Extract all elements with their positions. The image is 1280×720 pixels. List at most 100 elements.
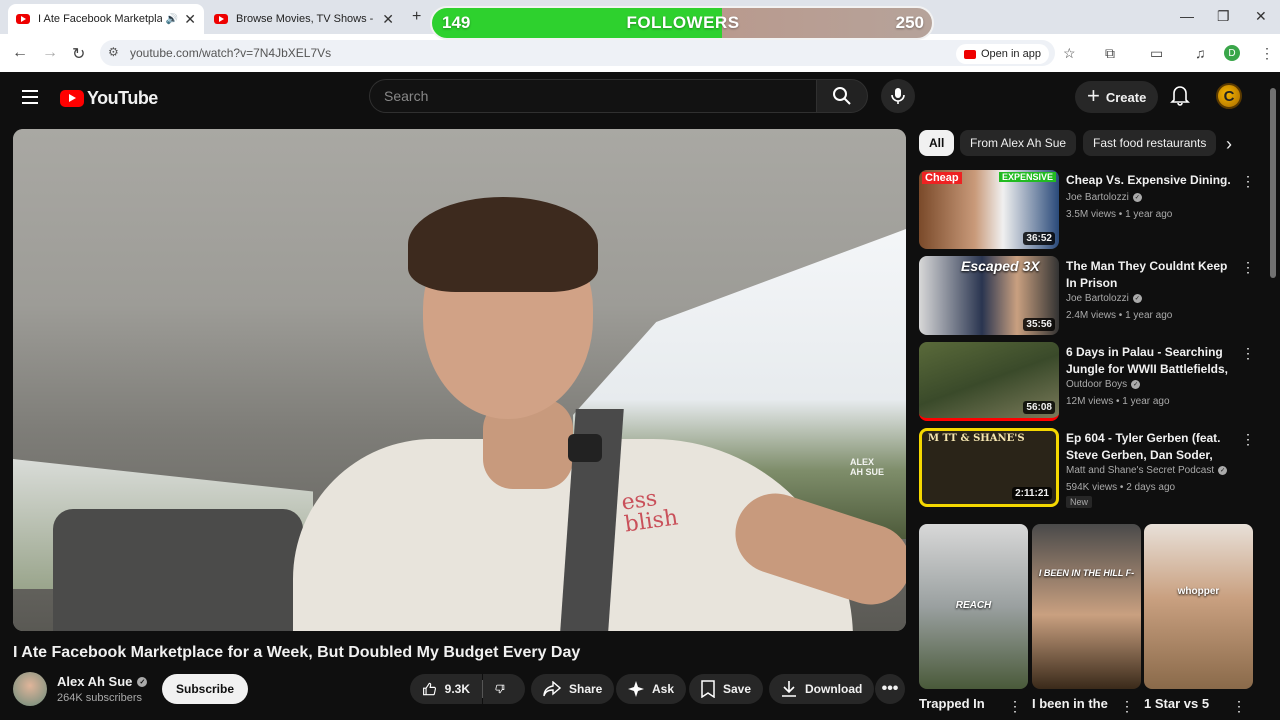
close-tab-icon[interactable]: ✕ — [184, 11, 196, 28]
browser-profile-avatar[interactable]: D — [1224, 45, 1240, 61]
youtube-play-icon — [60, 90, 84, 107]
short-title[interactable]: I been in the — [1032, 696, 1127, 711]
video-watermark: ALEX AH SUE — [850, 457, 885, 477]
menu-icon[interactable] — [22, 90, 38, 108]
recommendation-meta: 3.5M views • 1 year ago — [1066, 209, 1173, 220]
tab-active[interactable]: I Ate Facebook Marketplace 🔊 ✕ — [8, 4, 204, 34]
voice-search-button[interactable] — [881, 79, 915, 113]
recommendation-channel[interactable]: Joe Bartolozzi ✓ — [1066, 293, 1142, 304]
more-options-icon[interactable]: ⋮ — [1241, 260, 1255, 274]
more-options-icon[interactable]: ⋮ — [1120, 698, 1134, 715]
more-options-icon[interactable]: ⋮ — [1241, 174, 1255, 188]
minimize-icon[interactable]: — — [1180, 8, 1194, 24]
download-icon — [782, 681, 796, 697]
recommendation-title[interactable]: 6 Days in Palau - Searching Jungle for W… — [1066, 344, 1234, 378]
new-badge: New — [1066, 496, 1093, 508]
new-tab-button[interactable]: + — [412, 8, 421, 26]
address-bar[interactable]: ⚙ youtube.com/watch?v=7N4JbXEL7Vs — [100, 40, 1055, 66]
more-actions-button[interactable]: ••• — [875, 674, 905, 704]
shirt-print: ess blish — [619, 486, 680, 538]
channel-avatar[interactable] — [13, 672, 47, 706]
more-options-icon[interactable]: ⋮ — [1241, 432, 1255, 446]
browser-menu-icon[interactable]: ⋮ — [1260, 45, 1274, 62]
chevron-right-icon[interactable]: › — [1226, 134, 1232, 155]
recommendation-channel[interactable]: Outdoor Boys ✓ — [1066, 379, 1141, 390]
verified-icon: ✓ — [1132, 193, 1142, 202]
tab-title: Browse Movies, TV Shows - yFli — [236, 13, 376, 25]
recommendation-title[interactable]: The Man They Couldnt Keep In Prison — [1066, 258, 1234, 292]
recommendation-channel[interactable]: Matt and Shane's Secret Podcast ✓ — [1066, 465, 1228, 476]
create-label: Create — [1105, 89, 1147, 105]
recommendation-item[interactable]: Cheap EXPENSIVE 36:52 Cheap Vs. Expensiv… — [919, 170, 1259, 250]
short-thumbnail[interactable]: I BEEN IN THE HILL F- — [1032, 524, 1141, 689]
site-info-icon[interactable]: ⚙ — [108, 45, 119, 59]
chip-from-channel[interactable]: From Alex Ah Sue — [960, 130, 1077, 156]
cast-icon[interactable]: ▭ — [1150, 45, 1163, 62]
bell-icon — [1170, 86, 1190, 106]
maximize-icon[interactable]: ❐ — [1217, 8, 1230, 25]
url-text: youtube.com/watch?v=7N4JbXEL7Vs — [130, 46, 332, 60]
short-title[interactable]: Trapped In — [919, 696, 1014, 711]
media-control-icon[interactable]: ♫ — [1195, 45, 1206, 61]
search-icon — [833, 87, 851, 105]
recommendation-meta: 2.4M views • 1 year ago — [1066, 310, 1173, 321]
bookmark-star-icon[interactable]: ☆ — [1063, 45, 1076, 62]
video-thumbnail[interactable]: 56:08 — [919, 342, 1059, 421]
video-thumbnail[interactable]: Cheap EXPENSIVE 36:52 — [919, 170, 1059, 249]
short-title[interactable]: 1 Star vs 5 — [1144, 696, 1239, 711]
recommendation-meta: 594K views • 2 days ago — [1066, 482, 1176, 493]
bookmark-icon — [701, 680, 715, 698]
thumbs-up-icon — [423, 682, 436, 696]
recommendation-channel[interactable]: Joe Bartolozzi ✓ — [1066, 192, 1142, 203]
chip-fast-food[interactable]: Fast food restaurants — [1083, 130, 1217, 156]
back-icon[interactable]: ← — [12, 44, 28, 62]
notifications-button[interactable] — [1170, 84, 1190, 111]
create-button[interactable]: + Create — [1075, 81, 1159, 113]
ask-button[interactable]: Ask — [616, 674, 687, 704]
youtube-favicon-icon — [214, 14, 228, 24]
short-thumbnail[interactable]: REACH — [919, 524, 1028, 689]
open-in-app-button[interactable]: Open in app — [956, 44, 1049, 64]
page-scrollbar[interactable] — [1270, 88, 1276, 278]
recommendation-item[interactable]: Escaped 3X 35:56 The Man They Couldnt Ke… — [919, 256, 1259, 336]
youtube-logo[interactable]: YouTube — [60, 88, 158, 109]
short-thumbnail[interactable]: whopper — [1144, 524, 1253, 689]
verified-icon: ✓ — [1218, 466, 1228, 475]
more-options-icon[interactable]: ⋮ — [1008, 698, 1022, 715]
rear-seat — [53, 509, 303, 631]
video-player[interactable]: ess blish — [13, 129, 906, 631]
forward-icon[interactable]: → — [42, 44, 58, 62]
search-button[interactable] — [816, 79, 868, 113]
tab-title: I Ate Facebook Marketplace — [38, 13, 162, 25]
reload-icon[interactable]: ↻ — [72, 44, 85, 64]
followers-goal-overlay: 149 FOLLOWERS 250 — [430, 6, 934, 40]
more-options-icon[interactable]: ⋮ — [1232, 698, 1246, 715]
followers-label: FOLLOWERS — [626, 13, 740, 32]
video-thumbnail[interactable]: Escaped 3X 35:56 — [919, 256, 1059, 335]
dislike-button[interactable] — [483, 674, 525, 704]
like-button[interactable]: 9.3K — [410, 674, 482, 704]
chip-all[interactable]: All — [919, 130, 955, 156]
recommendation-title[interactable]: Cheap Vs. Expensive Dining. — [1066, 172, 1234, 189]
plus-icon: + — [1087, 83, 1100, 108]
close-tab-icon[interactable]: ✕ — [382, 11, 394, 28]
extensions-icon[interactable]: ⧉ — [1105, 45, 1115, 62]
download-button[interactable]: Download — [769, 674, 875, 704]
recommendation-title[interactable]: Ep 604 - Tyler Gerben (feat. Steve Gerbe… — [1066, 430, 1234, 464]
save-label: Save — [723, 682, 752, 696]
video-thumbnail[interactable]: M TT & SHANE'S 2:11:21 — [919, 428, 1059, 507]
audio-playing-icon[interactable]: 🔊 — [166, 14, 178, 25]
recommendation-item[interactable]: M TT & SHANE'S 2:11:21 Ep 604 - Tyler Ge… — [919, 428, 1259, 508]
recommendation-item[interactable]: 56:08 6 Days in Palau - Searching Jungle… — [919, 342, 1259, 422]
more-options-icon[interactable]: ⋮ — [1241, 346, 1255, 360]
thumbs-down-icon — [495, 684, 505, 694]
channel-name[interactable]: Alex Ah Sue ✓ — [57, 674, 148, 689]
tab-inactive[interactable]: Browse Movies, TV Shows - yFli ✕ — [206, 4, 402, 34]
search-input[interactable]: Search — [369, 79, 816, 113]
account-avatar[interactable]: C — [1216, 83, 1242, 109]
subscribe-button[interactable]: Subscribe — [162, 674, 249, 704]
save-button[interactable]: Save — [689, 674, 764, 704]
share-button[interactable]: Share — [531, 674, 615, 704]
close-window-icon[interactable]: ✕ — [1255, 8, 1267, 25]
followers-current: 149 — [442, 13, 471, 32]
